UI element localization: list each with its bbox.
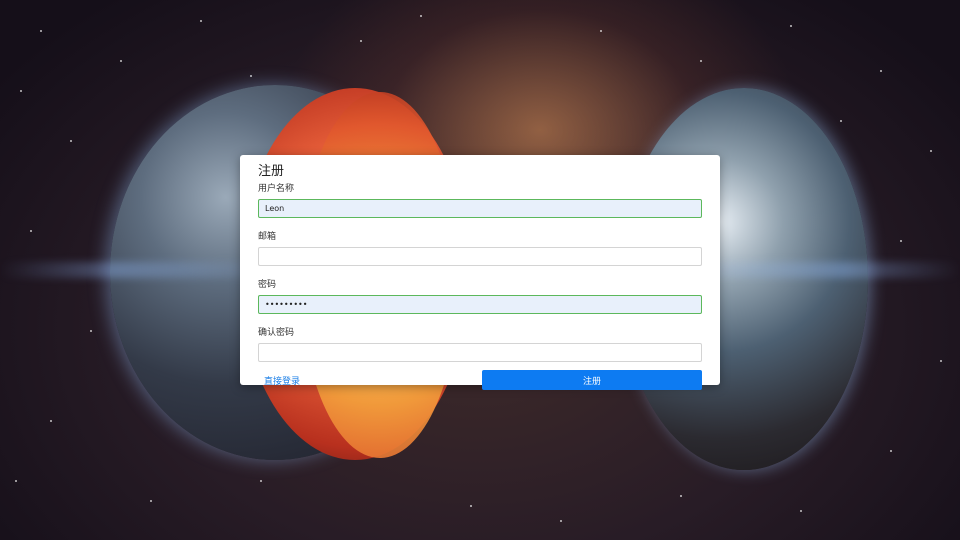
confirm-password-group: 确认密码 [258, 327, 702, 362]
username-input[interactable] [258, 199, 702, 218]
password-label: 密码 [258, 280, 277, 290]
confirm-password-label: 确认密码 [258, 328, 295, 338]
password-input[interactable] [258, 295, 702, 314]
username-group: 用户名称 [258, 183, 702, 218]
direct-login-link[interactable]: 直接登录 [264, 374, 300, 387]
form-actions: 直接登录 注册 [258, 370, 702, 390]
register-title: 注册 [258, 164, 285, 179]
email-group: 邮箱 [258, 231, 702, 266]
password-group: 密码 [258, 279, 702, 314]
register-card: 注册 用户名称 邮箱 密码 确认密码 直接登录 注册 [240, 155, 720, 390]
email-input[interactable] [258, 247, 702, 266]
confirm-password-input[interactable] [258, 343, 702, 362]
register-button[interactable]: 注册 [482, 370, 702, 390]
email-label: 邮箱 [258, 232, 277, 242]
username-label: 用户名称 [258, 184, 295, 194]
